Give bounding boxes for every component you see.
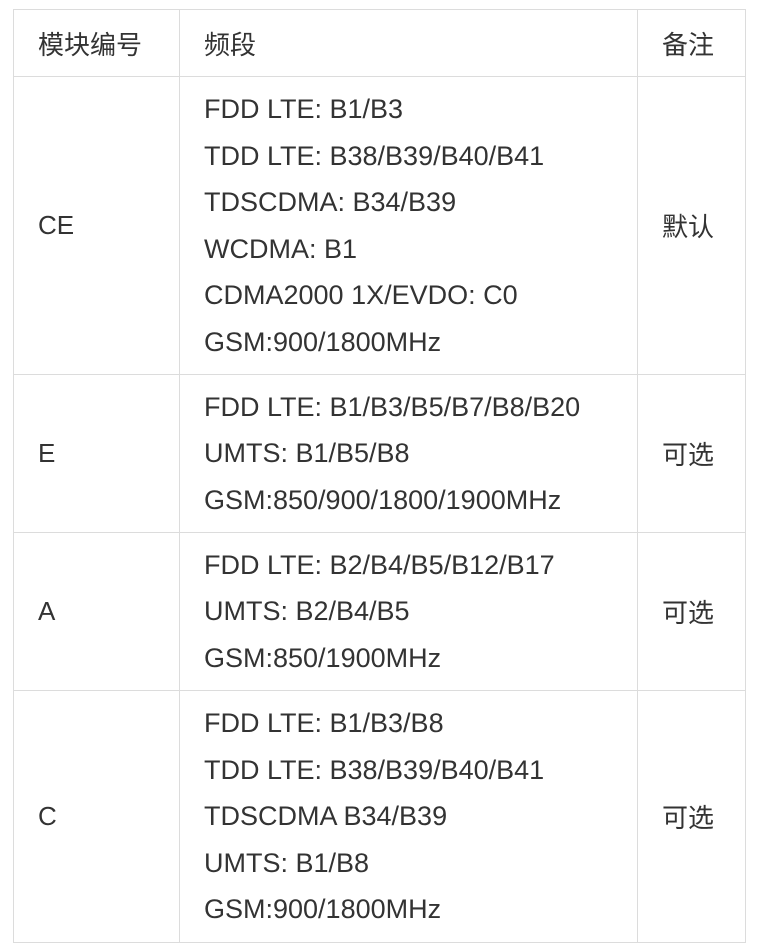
band-line: UMTS: B1/B5/B8: [204, 438, 410, 469]
module-cell: A: [13, 532, 180, 691]
band-line: UMTS: B2/B4/B5: [204, 596, 410, 627]
table-row: C FDD LTE: B1/B3/B8 TDD LTE: B38/B39/B40…: [13, 690, 746, 943]
band-line: WCDMA: B1: [204, 233, 358, 264]
band-line: FDD LTE: B1/B3/B5/B7/B8/B20: [204, 391, 581, 422]
band-line: GSM:850/900/1800/1900MHz: [204, 484, 562, 515]
note-cell: 默认: [637, 76, 746, 375]
header-band: 频段: [179, 9, 638, 77]
table-row: CE FDD LTE: B1/B3 TDD LTE: B38/B39/B40/B…: [13, 76, 746, 375]
note-cell: 可选: [637, 532, 746, 691]
band-line: TDD LTE: B38/B39/B40/B41: [204, 754, 545, 785]
band-cell: FDD LTE: B2/B4/B5/B12/B17 UMTS: B2/B4/B5…: [179, 532, 638, 691]
module-cell: C: [13, 690, 180, 943]
note-cell: 可选: [637, 374, 746, 533]
band-line: TDSCDMA: B34/B39: [204, 187, 457, 217]
band-line: GSM:900/1800MHz: [204, 326, 442, 357]
band-line: FDD LTE: B1/B3/B8: [204, 708, 444, 739]
band-line: UMTS: B1/B8: [204, 847, 370, 878]
page: { "table": { "headers": { "module": "模块编…: [0, 0, 758, 952]
note-cell: 可选: [637, 690, 746, 943]
band-line: GSM:850/1900MHz: [204, 642, 442, 673]
band-line: FDD LTE: B1/B3: [204, 94, 404, 124]
band-line: TDD LTE: B38/B39/B40/B41: [204, 140, 545, 171]
header-module: 模块编号: [13, 9, 180, 77]
module-cell: CE: [13, 76, 180, 375]
band-cell: FDD LTE: B1/B3 TDD LTE: B38/B39/B40/B41 …: [179, 76, 638, 375]
band-table: 模块编号 频段 备注 CE FDD LTE: B1/B3 TDD LTE: B3…: [13, 9, 746, 943]
table-row: A FDD LTE: B2/B4/B5/B12/B17 UMTS: B2/B4/…: [13, 532, 746, 691]
module-cell: E: [13, 374, 180, 533]
header-note: 备注: [637, 9, 746, 77]
table-header-row: 模块编号 频段 备注: [13, 9, 746, 77]
table-row: E FDD LTE: B1/B3/B5/B7/B8/B20 UMTS: B1/B…: [13, 374, 746, 533]
band-cell: FDD LTE: B1/B3/B5/B7/B8/B20 UMTS: B1/B5/…: [179, 374, 638, 533]
band-line: TDSCDMA B34/B39: [204, 801, 448, 832]
band-line: CDMA2000 1X/EVDO: C0: [204, 280, 518, 310]
band-line: FDD LTE: B2/B4/B5/B12/B17: [204, 549, 555, 580]
band-cell: FDD LTE: B1/B3/B8 TDD LTE: B38/B39/B40/B…: [179, 690, 638, 943]
band-line: GSM:900/1800MHz: [204, 894, 442, 925]
